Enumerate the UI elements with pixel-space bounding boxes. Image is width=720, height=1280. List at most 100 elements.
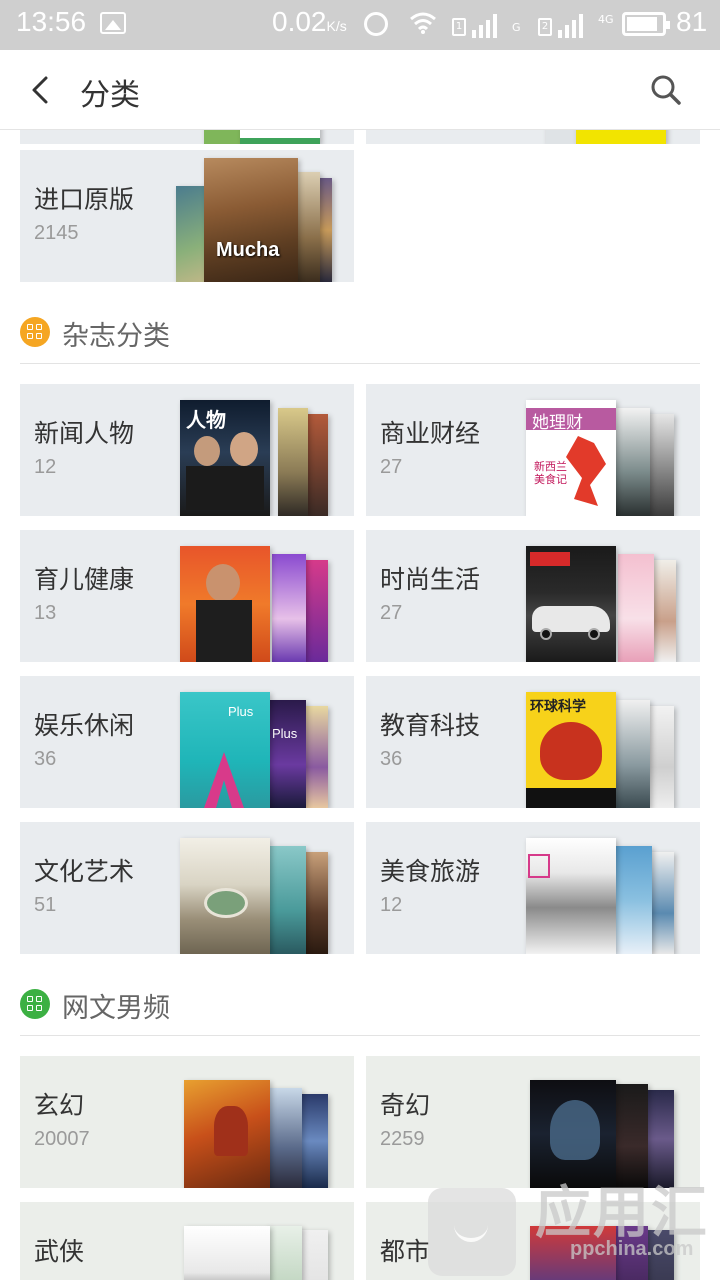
cover-title: 她理财 (532, 413, 583, 433)
book-cover (576, 130, 666, 144)
category-name: 娱乐休闲 (34, 711, 135, 740)
cover-title: 人物 (186, 408, 226, 432)
section-title: 杂志分类 (62, 321, 170, 352)
back-arrow-icon[interactable] (22, 70, 62, 110)
cover-stack: Plus Plus (180, 690, 340, 808)
category-card-business-finance[interactable]: 商业财经 27 她理财 新西兰美食记 (366, 384, 700, 516)
book-cover (526, 838, 616, 954)
category-card-parenting-health[interactable]: 育儿健康 13 (20, 530, 354, 662)
book-cover: Plus (270, 700, 306, 808)
cover-stack (180, 544, 340, 662)
battery-icon (622, 12, 670, 36)
book-cover (646, 706, 674, 808)
category-card-culture-art[interactable]: 文化艺术 51 (20, 822, 354, 954)
cover-stack (526, 836, 686, 954)
cover-stack: 她理财 新西兰美食记 (526, 398, 686, 516)
sim2-icon: 2 (538, 18, 552, 36)
category-count: 36 (380, 748, 403, 770)
book-cover (270, 846, 306, 954)
book-cover (240, 130, 320, 144)
category-name: 教育科技 (380, 711, 481, 740)
search-icon[interactable] (646, 70, 686, 110)
category-name: 新闻人物 (34, 419, 135, 448)
book-cover (180, 838, 270, 954)
book-cover (614, 1084, 648, 1188)
category-list[interactable]: 进口原版 2145 Mucha 杂志分类 新闻人物 12 人物 商业财经 27 … (0, 130, 720, 1280)
cover-stack: 环球科学 (526, 690, 686, 808)
category-count: 51 (34, 894, 57, 916)
grid-icon (20, 317, 50, 347)
category-card-entertainment[interactable]: 娱乐休闲 36 Plus Plus (20, 676, 354, 808)
cover-stack (180, 836, 340, 954)
category-card-partial-left[interactable] (20, 130, 354, 144)
book-cover (298, 1094, 328, 1188)
net1-label: G (512, 21, 521, 34)
cover-title: 环球科学 (530, 699, 586, 715)
book-cover (616, 700, 650, 808)
book-cover-mucha: Mucha (204, 158, 298, 282)
category-count: 27 (380, 456, 403, 478)
book-cover (526, 546, 616, 662)
category-card-wuxia[interactable]: 武侠 (20, 1202, 354, 1280)
category-card-xuanhuan[interactable]: 玄幻 20007 (20, 1056, 354, 1188)
category-count: 12 (380, 894, 403, 916)
book-cover-huanqiu: 环球科学 (526, 692, 616, 808)
book-cover (646, 414, 674, 516)
category-name: 奇幻 (380, 1091, 431, 1120)
network-speed-value: 0.02 (272, 6, 327, 37)
category-card-fashion-life[interactable]: 时尚生活 27 (366, 530, 700, 662)
gallery-notification-icon (100, 12, 126, 34)
category-card-imported[interactable]: 进口原版 2145 Mucha (20, 150, 354, 282)
category-card-qihuan[interactable]: 奇幻 2259 (366, 1056, 700, 1188)
category-card-education-tech[interactable]: 教育科技 36 环球科学 (366, 676, 700, 808)
book-cover (184, 1226, 270, 1280)
book-cover (306, 414, 328, 516)
book-cover (278, 408, 308, 516)
category-name: 商业财经 (380, 419, 481, 448)
status-bar: 13:56 0.02K/s 1 G 2 4G 81 (0, 0, 720, 50)
category-name: 美食旅游 (380, 857, 481, 886)
signal1-icon (472, 12, 512, 38)
battery-level: 81 (676, 6, 708, 37)
book-cover (272, 554, 306, 662)
cover-stack: 人物 (180, 398, 340, 516)
cover-stack (180, 130, 340, 144)
status-time: 13:56 (16, 6, 87, 37)
category-name: 育儿健康 (34, 565, 135, 594)
category-card-food-travel[interactable]: 美食旅游 12 (366, 822, 700, 954)
network-speed: 0.02K/s (272, 6, 347, 38)
cover-stack (180, 1070, 340, 1188)
category-count: 2145 (34, 222, 79, 244)
book-cover (298, 1230, 328, 1280)
category-card-partial-right[interactable] (366, 130, 700, 144)
wifi-icon (410, 12, 436, 34)
cover-stack (526, 544, 686, 662)
category-count: 36 (34, 748, 57, 770)
net2-label: 4G (598, 13, 614, 26)
cover-stack: Mucha (176, 158, 340, 282)
book-cover (530, 1226, 616, 1280)
book-cover (616, 846, 652, 954)
book-cover (614, 408, 650, 516)
cover-title: Plus (272, 726, 298, 741)
section-title: 网文男频 (62, 993, 170, 1024)
category-card-dushi[interactable]: 都市 (366, 1202, 700, 1280)
cover-title: Mucha (216, 239, 280, 261)
book-cover (618, 554, 654, 662)
category-name: 文化艺术 (34, 857, 135, 886)
category-count: 20007 (34, 1128, 90, 1150)
app-header: 分类 (0, 50, 720, 130)
category-count: 2259 (380, 1128, 425, 1150)
book-cover (614, 1226, 648, 1280)
category-count: 13 (34, 602, 57, 624)
category-count: 27 (380, 602, 403, 624)
book-cover: Plus (180, 692, 270, 808)
cover-stack (526, 1070, 686, 1188)
category-name: 时尚生活 (380, 565, 481, 594)
cover-subtitle: 新西兰美食记 (534, 460, 567, 486)
category-name: 进口原版 (34, 185, 135, 214)
signal2-icon (558, 12, 598, 38)
book-cover (180, 546, 270, 662)
cover-stack (526, 130, 686, 144)
category-card-news-people[interactable]: 新闻人物 12 人物 (20, 384, 354, 516)
